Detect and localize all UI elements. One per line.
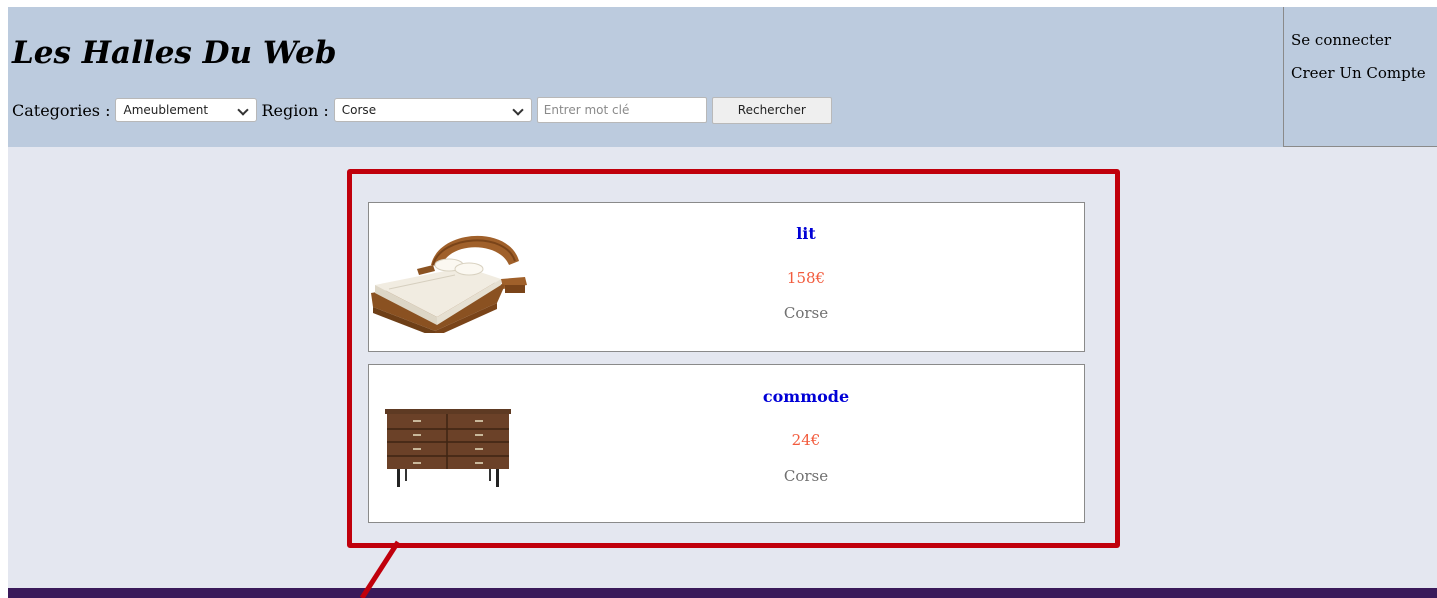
listing-card[interactable]: lit 158€ Corse xyxy=(368,202,1085,352)
search-bar: Categories : Ameublement Region : Corse … xyxy=(12,96,832,124)
listing-name[interactable]: lit xyxy=(726,224,886,243)
listing-card[interactable]: commode 24€ Corse xyxy=(368,364,1085,523)
footer-bar xyxy=(8,588,1437,598)
search-button[interactable]: Rechercher xyxy=(711,96,832,124)
site-title[interactable]: Les Halles Du Web xyxy=(12,35,337,71)
categories-label: Categories : xyxy=(12,100,111,120)
register-link[interactable]: Creer Un Compte xyxy=(1291,64,1426,82)
chevron-down-icon xyxy=(512,104,524,116)
categories-selected-value: Ameublement xyxy=(123,103,209,117)
header: Les Halles Du Web Categories : Ameubleme… xyxy=(8,7,1437,147)
listing-region: Corse xyxy=(783,467,829,485)
region-select[interactable]: Corse xyxy=(333,98,532,122)
dresser-image[interactable] xyxy=(383,403,513,491)
bed-image[interactable] xyxy=(369,221,531,333)
listing-name[interactable]: commode xyxy=(726,387,886,406)
chevron-down-icon xyxy=(237,104,250,116)
listing-price: 158€ xyxy=(786,269,826,287)
page: Les Halles Du Web Categories : Ameubleme… xyxy=(8,7,1437,598)
region-selected-value: Corse xyxy=(341,103,377,117)
categories-select[interactable]: Ameublement xyxy=(115,98,258,122)
listing-price: 24€ xyxy=(791,431,821,449)
login-link[interactable]: Se connecter xyxy=(1291,31,1391,49)
listing-region: Corse xyxy=(783,304,829,322)
search-input[interactable] xyxy=(536,97,707,123)
region-label: Region : xyxy=(261,100,329,120)
account-panel: Se connecter Creer Un Compte xyxy=(1283,7,1437,147)
